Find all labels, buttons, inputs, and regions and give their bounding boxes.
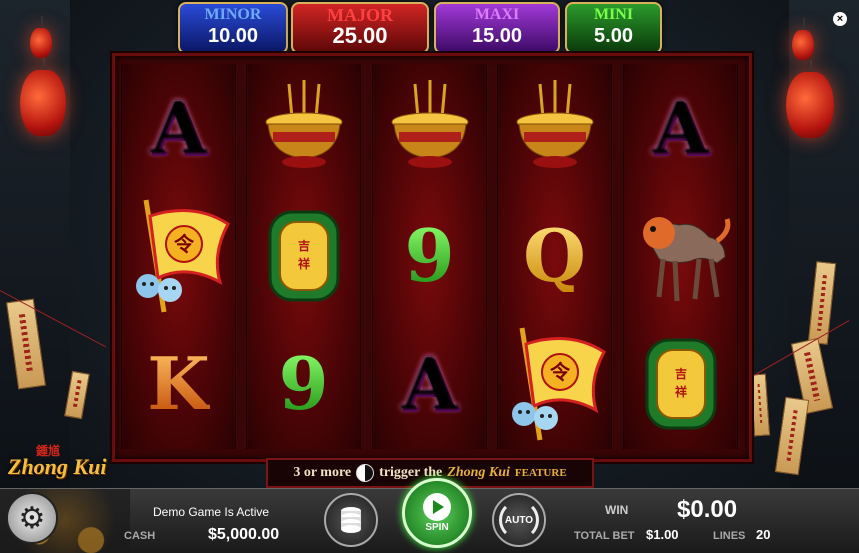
reel-symbol: 吉祥 xyxy=(624,320,737,448)
cash-label: CASH xyxy=(124,530,156,542)
settings-button[interactable]: ⚙ xyxy=(6,492,58,544)
symbol-letter-a: A xyxy=(401,341,458,426)
reel-symbol: Q xyxy=(498,192,611,320)
jade-pendant-icon: 吉祥 xyxy=(268,210,339,302)
svg-text:祥: 祥 xyxy=(297,256,309,271)
svg-text:祥: 祥 xyxy=(674,384,686,399)
svg-text:吉: 吉 xyxy=(674,366,686,381)
jackpot-mini-value: 5.00 xyxy=(594,25,633,47)
reel-symbol xyxy=(498,64,611,192)
bet-stack-button[interactable] xyxy=(324,493,378,547)
reel-3: 9A xyxy=(372,64,487,449)
reel-1: A 令 K xyxy=(121,64,236,449)
zhong-kui-flag-icon: 令 xyxy=(135,199,230,313)
symbol-letter-q: Q xyxy=(523,213,586,298)
reel-symbol: 9 xyxy=(247,320,360,448)
jackpot-minor: MINOR 10.00 xyxy=(178,2,288,54)
total-bet-label: TOTAL BET xyxy=(574,530,635,542)
lines-value: 20 xyxy=(756,527,771,542)
banner-game-name: Zhong Kui xyxy=(447,465,510,480)
jackpot-maxi-value: 15.00 xyxy=(471,25,523,47)
symbol-letter-a: A xyxy=(150,85,207,170)
jackpot-mini-label: MINI xyxy=(593,6,634,23)
logo-english: Zhong Kui xyxy=(8,454,107,479)
reel-symbol xyxy=(373,64,486,192)
reel-symbol: A xyxy=(373,320,486,448)
jackpot-minor-value: 10.00 xyxy=(207,25,259,47)
lantern xyxy=(30,16,52,58)
qilin-icon xyxy=(642,217,730,302)
yin-yang-icon xyxy=(356,464,375,482)
reel-5: A 吉祥 xyxy=(623,64,738,449)
spin-label: SPIN xyxy=(425,522,449,533)
symbol-letter-9: 9 xyxy=(404,213,455,298)
jackpot-mini: MINI 5.00 xyxy=(565,2,662,54)
symbol-letter-a: A xyxy=(652,85,709,170)
lines-label: LINES xyxy=(713,530,746,542)
reel-symbol: K xyxy=(122,320,235,448)
svg-text:令: 令 xyxy=(174,232,195,256)
zhong-kui-flag-icon: 令 xyxy=(511,327,606,441)
banner-prefix: 3 or more xyxy=(293,465,352,480)
reel-symbol: A xyxy=(122,64,235,192)
jackpot-major-label: MAJOR xyxy=(327,5,393,25)
autoplay-button[interactable]: AUTO xyxy=(492,493,546,547)
reel-symbol xyxy=(624,192,737,320)
cash-value: $5,000.00 xyxy=(208,526,280,543)
reel-2: 吉祥 9 xyxy=(246,64,361,449)
gear-icon: ⚙ xyxy=(18,501,46,535)
symbol-letter-9: 9 xyxy=(278,341,329,426)
incense-pot-icon xyxy=(516,80,593,168)
jade-pendant-icon: 吉祥 xyxy=(645,338,716,430)
incense-pot-icon xyxy=(265,80,342,168)
jackpot-maxi-label: MAXI xyxy=(474,6,520,23)
reel-symbol: 吉祥 xyxy=(247,192,360,320)
jackpot-minor-label: MINOR xyxy=(204,6,262,23)
win-label: WIN xyxy=(605,503,629,517)
lantern xyxy=(20,58,66,136)
spin-button[interactable]: SPIN xyxy=(402,478,472,548)
total-bet-value: $1.00 xyxy=(646,527,679,542)
play-icon xyxy=(423,493,451,521)
jackpot-major-value: 25.00 xyxy=(332,23,388,48)
reel-symbol: 令 xyxy=(122,192,235,320)
incense-pot-icon xyxy=(391,80,468,168)
jackpot-maxi: MAXI 15.00 xyxy=(434,2,560,54)
svg-text:吉: 吉 xyxy=(297,238,309,253)
talisman xyxy=(749,373,771,437)
lantern xyxy=(786,60,834,138)
reel-symbol xyxy=(247,64,360,192)
game-logo: 鍾馗 Zhong Kui xyxy=(4,442,124,486)
demo-status: Demo Game Is Active xyxy=(153,505,270,519)
close-button[interactable]: × xyxy=(833,12,847,26)
coin-stack-icon xyxy=(341,507,361,533)
lantern xyxy=(792,18,814,60)
symbol-letter-k: K xyxy=(147,341,210,426)
reel-4: Q令 xyxy=(497,64,612,449)
reel-symbol: 9 xyxy=(373,192,486,320)
banner-feature: FEATURE xyxy=(514,467,567,479)
reel-symbol: A xyxy=(624,64,737,192)
reel-frame: A令K吉祥99AQ令A吉祥 xyxy=(112,53,752,462)
win-value: $0.00 xyxy=(677,496,738,523)
autoplay-icon xyxy=(499,500,539,540)
jackpot-major: MAJOR 25.00 xyxy=(291,2,429,54)
reel-symbol: 令 xyxy=(498,320,611,448)
svg-text:令: 令 xyxy=(550,360,571,384)
